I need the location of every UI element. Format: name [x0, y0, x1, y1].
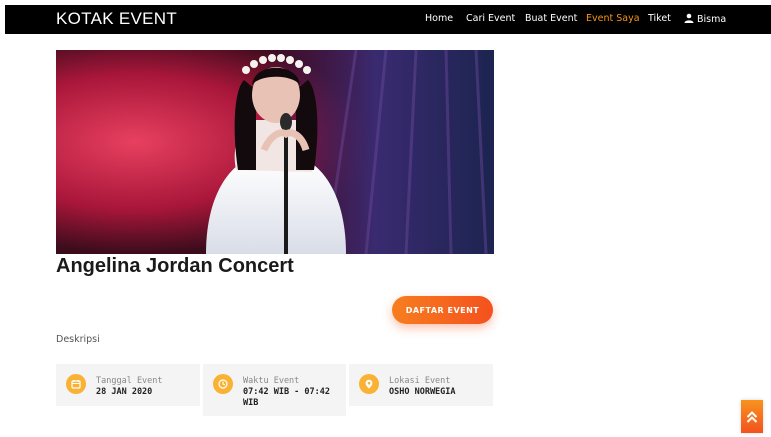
- event-time-value: 07:42 WIB - 07:42 WIB: [243, 387, 330, 408]
- clock-icon: [213, 374, 233, 394]
- event-date-label: Tanggal Event: [96, 376, 163, 386]
- event-location-label: Lokasi Event: [389, 376, 451, 386]
- event-date-value: 28 JAN 2020: [96, 387, 153, 397]
- event-title: Angelina Jordan Concert: [56, 255, 294, 277]
- user-icon: [684, 13, 694, 23]
- nav-cari-event[interactable]: Cari Event: [466, 13, 515, 24]
- description-label: Deskripsi: [56, 334, 100, 345]
- nav-event-saya[interactable]: Event Saya: [586, 13, 640, 24]
- event-location-value: OSHO NORWEGIA: [389, 387, 456, 397]
- event-time-label: Waktu Event: [243, 376, 300, 386]
- double-chevron-up-icon: [746, 410, 758, 423]
- event-date-card: Tanggal Event 28 JAN 2020: [56, 364, 200, 406]
- nav-buat-event[interactable]: Buat Event: [525, 13, 577, 24]
- register-event-button[interactable]: DAFTAR EVENT: [392, 296, 493, 324]
- scroll-to-top-button[interactable]: [741, 400, 763, 433]
- location-pin-icon: [359, 374, 379, 394]
- nav-user[interactable]: Bisma: [684, 13, 726, 25]
- nav-user-name: Bisma: [697, 14, 727, 25]
- calendar-icon: [66, 374, 86, 394]
- event-location-card: Lokasi Event OSHO NORWEGIA: [349, 364, 493, 406]
- nav-home[interactable]: Home: [425, 13, 453, 24]
- brand-logo[interactable]: KOTAK EVENT: [56, 9, 177, 29]
- event-time-card: Waktu Event 07:42 WIB - 07:42 WIB: [203, 364, 346, 416]
- nav-tiket[interactable]: Tiket: [648, 13, 671, 24]
- event-banner-image: [56, 50, 494, 254]
- navbar: KOTAK EVENT Home Cari Event Buat Event E…: [5, 5, 771, 34]
